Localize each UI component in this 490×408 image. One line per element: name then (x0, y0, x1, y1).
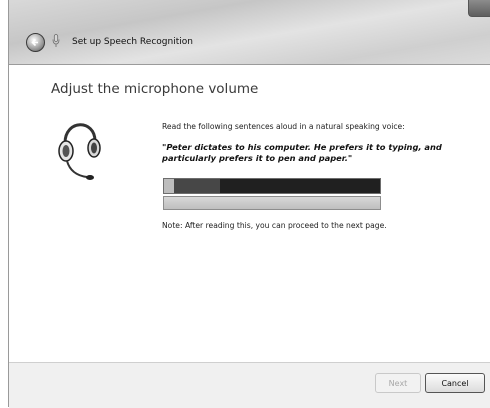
instruction-text: Read the following sentences aloud in a … (162, 122, 405, 131)
note-text: Note: After reading this, you can procee… (162, 221, 387, 230)
volume-range-bar (163, 196, 381, 210)
headset-icon (58, 123, 101, 180)
microphone-icon (52, 34, 60, 47)
volume-meter-peak (220, 179, 380, 193)
window-title: Set up Speech Recognition (72, 37, 193, 47)
speech-recognition-window: Set up Speech Recognition Adjust the mic… (8, 0, 490, 408)
page-heading: Adjust the microphone volume (51, 81, 259, 97)
volume-meter (163, 178, 381, 194)
title-bar: Set up Speech Recognition (9, 0, 490, 65)
volume-meter-fill (174, 179, 220, 193)
content-area: Adjust the microphone volume Read the fo… (9, 65, 490, 362)
back-button[interactable] (26, 33, 45, 52)
next-button[interactable]: Next (375, 373, 421, 393)
button-bar: Next Cancel (9, 362, 490, 408)
cancel-button[interactable]: Cancel (425, 373, 485, 393)
back-arrow-icon (31, 38, 38, 47)
close-button[interactable] (468, 0, 490, 17)
practice-sentence: "Peter dictates to his computer. He pref… (162, 142, 442, 163)
